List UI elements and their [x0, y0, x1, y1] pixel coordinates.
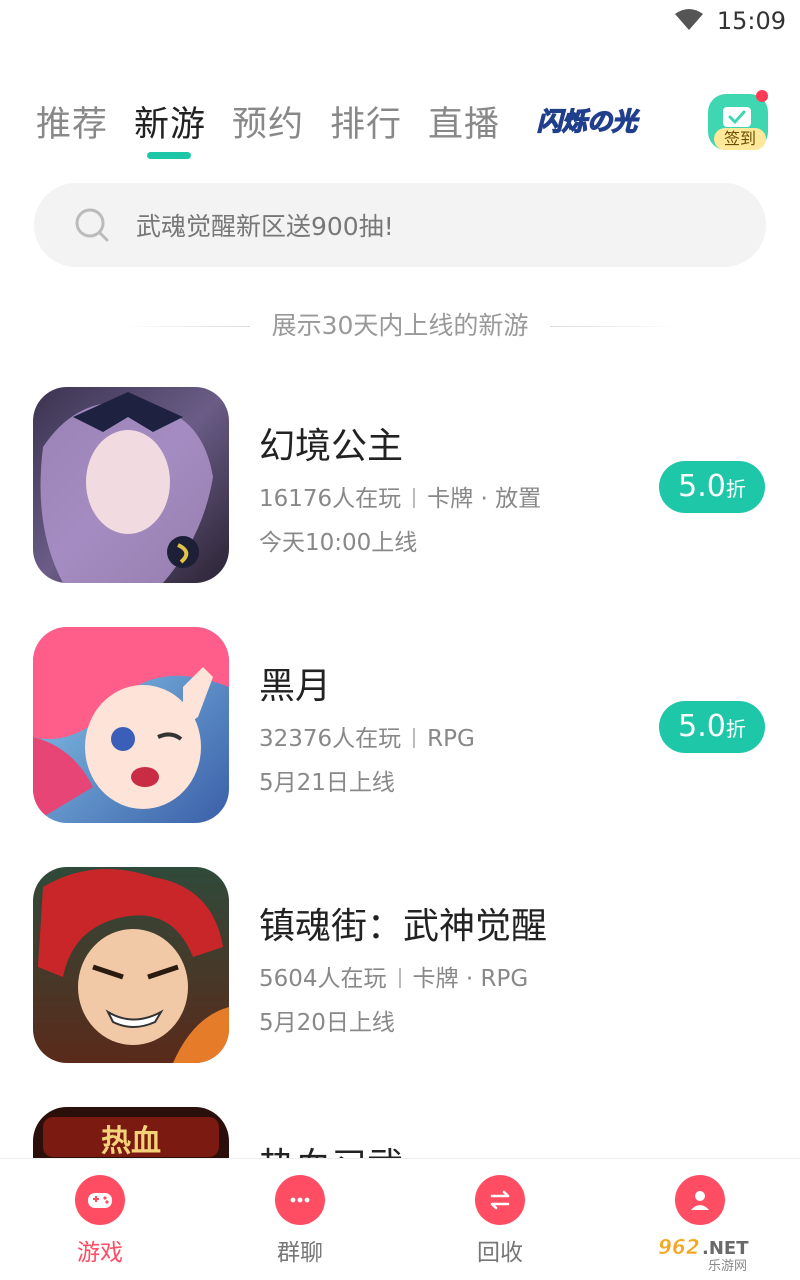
status-time: 15:09: [716, 7, 786, 35]
discount-badge[interactable]: 5.0折: [659, 461, 765, 513]
launch-date: 5月21日上线: [259, 770, 395, 796]
profile-icon: [671, 1175, 729, 1227]
game-title: 镇魂街：武神觉醒: [259, 906, 548, 947]
check-icon: [723, 107, 751, 127]
players-count: 32376人在玩: [259, 726, 402, 752]
notification-dot: [756, 90, 768, 102]
wifi-icon: [675, 9, 703, 30]
discount-unit: 折: [725, 717, 746, 741]
game-tags: RPG: [427, 726, 475, 752]
section-note: 展示30天内上线的新游: [120, 308, 680, 344]
game-tags: 卡牌 · RPG: [412, 966, 529, 992]
nav-label: 群聊: [277, 1240, 323, 1266]
discount-badge[interactable]: 5.0折: [659, 701, 765, 753]
recycle-icon: [471, 1175, 529, 1227]
chat-icon: [271, 1175, 329, 1227]
svg-text:乐游网: 乐游网: [708, 1259, 747, 1272]
game-item[interactable]: 幻境公主 16176人在玩 卡牌 · 放置 今天10:00上线 5.0折: [0, 387, 800, 587]
meta-separator: [413, 488, 416, 508]
game-meta: 5604人在玩 卡牌 · RPG: [259, 959, 528, 993]
discount-value: 5.0: [678, 709, 726, 744]
nav-label: 游戏: [77, 1240, 123, 1266]
tab-live[interactable]: 直播: [428, 96, 500, 147]
signin-label: 签到: [714, 128, 766, 150]
active-tab-indicator: [147, 152, 191, 159]
search-placeholder: 武魂觉醒新区送900抽!: [136, 212, 394, 241]
game-meta: 16176人在玩 卡牌 · 放置: [259, 479, 541, 513]
tab-reserve[interactable]: 预约: [232, 96, 304, 147]
svg-text:闪烁の光: 闪烁の光: [537, 107, 640, 136]
section-note-text: 展示30天内上线的新游: [271, 311, 529, 340]
status-bar: 15:09: [0, 0, 800, 44]
game-item[interactable]: 黑月 32376人在玩 RPG 5月21日上线 5.0折: [0, 627, 800, 827]
game-item[interactable]: 镇魂街：武神觉醒 5604人在玩 卡牌 · RPG 5月20日上线: [0, 867, 800, 1067]
tab-ranking[interactable]: 排行: [330, 96, 402, 147]
game-title: 幻境公主: [259, 426, 404, 467]
game-title: 黑月: [259, 666, 332, 707]
discount-value: 5.0: [678, 469, 726, 504]
divider-right: [550, 326, 680, 327]
game-meta: 32376人在玩 RPG: [259, 719, 475, 753]
game-cover-image: [33, 627, 229, 823]
svg-text:962: 962: [658, 1235, 700, 1259]
promo-game-logo[interactable]: 闪烁の光: [524, 98, 650, 144]
svg-text:.NET: .NET: [702, 1238, 749, 1259]
players-count: 5604人在玩: [259, 966, 387, 992]
nav-recycle[interactable]: 回收: [440, 1175, 560, 1275]
nav-games[interactable]: 游戏: [40, 1175, 160, 1275]
search-icon: [75, 208, 109, 242]
meta-separator: [398, 968, 401, 988]
discount-unit: 折: [725, 477, 746, 501]
watermark-logo: 962 .NET 乐游网: [658, 1235, 749, 1272]
launch-date: 5月20日上线: [259, 1010, 395, 1036]
tab-new-games[interactable]: 新游: [134, 96, 206, 147]
search-bar[interactable]: 武魂觉醒新区送900抽!: [34, 183, 766, 267]
launch-date: 今天10:00上线: [259, 530, 418, 556]
svg-text:热血: 热血: [101, 1124, 161, 1159]
meta-separator: [413, 728, 416, 748]
divider-left: [120, 326, 250, 327]
tab-recommend[interactable]: 推荐: [36, 96, 108, 147]
gamepad-icon: [71, 1175, 129, 1227]
game-tags: 卡牌 · 放置: [427, 486, 542, 512]
game-cover-image: [33, 387, 229, 583]
signin-button[interactable]: 签到: [706, 90, 772, 156]
nav-label: 回收: [477, 1240, 523, 1266]
players-count: 16176人在玩: [259, 486, 402, 512]
nav-group-chat[interactable]: 群聊: [240, 1175, 360, 1275]
game-cover-image: [33, 867, 229, 1063]
